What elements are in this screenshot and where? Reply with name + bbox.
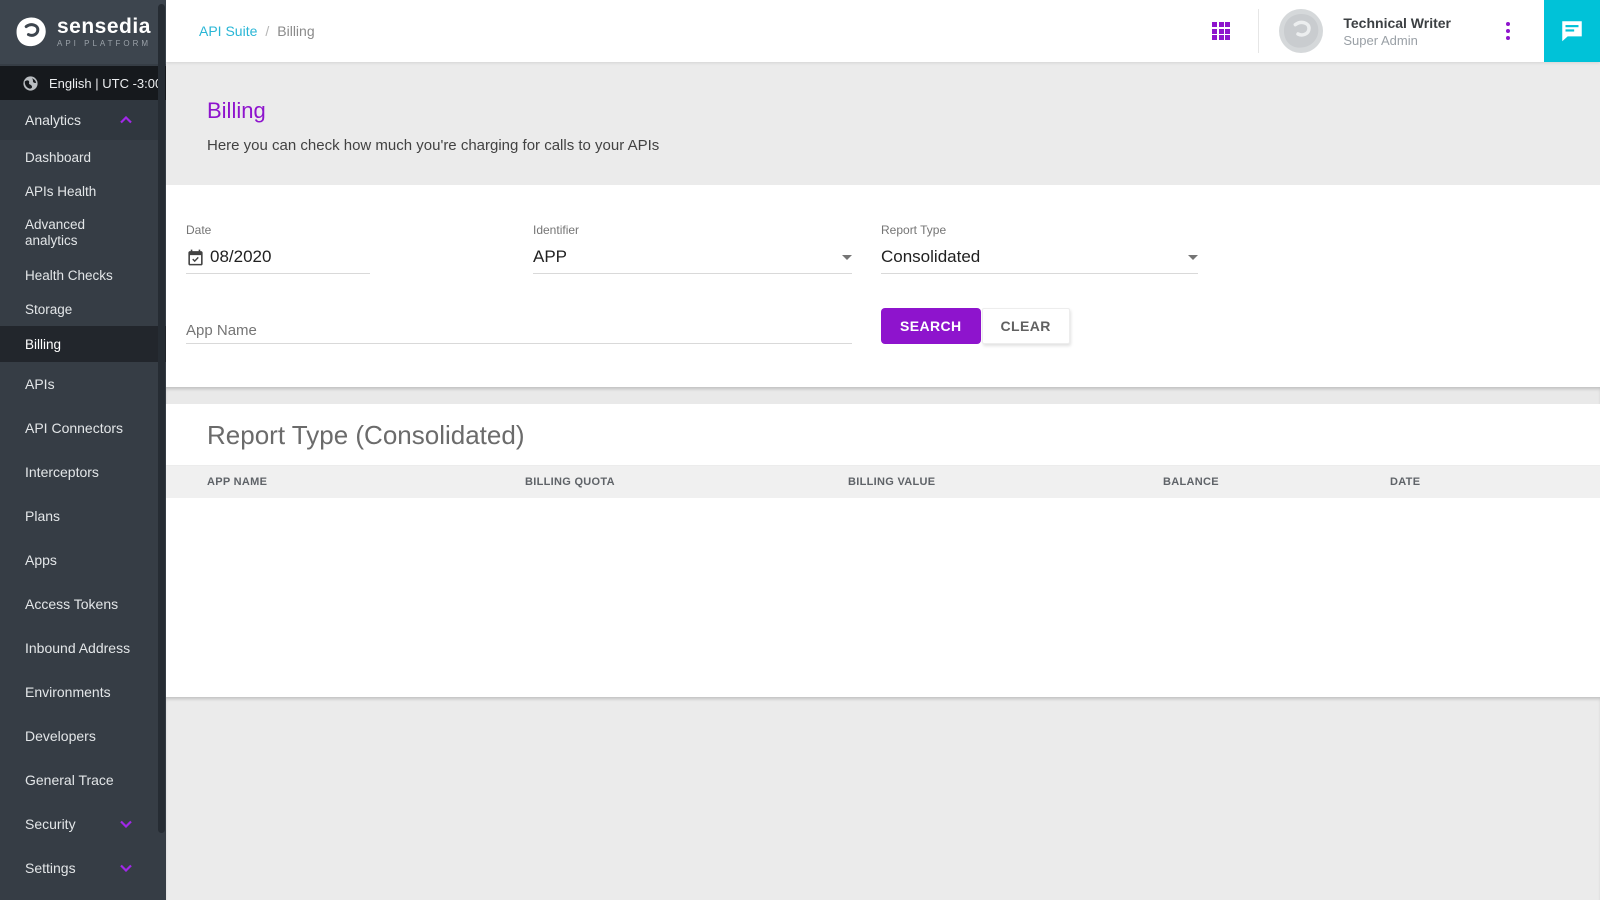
page-header: Billing Here you can check how much you'… — [166, 62, 1600, 185]
column-balance: BALANCE — [1163, 476, 1390, 488]
clear-button[interactable]: CLEAR — [982, 308, 1070, 344]
report-type-label: Report Type — [881, 223, 1198, 237]
app-name-input[interactable] — [186, 317, 852, 343]
apps-grid-icon[interactable] — [1212, 22, 1230, 40]
date-field[interactable]: Date 08/2020 — [186, 223, 370, 274]
sidebar-group-settings[interactable]: Settings — [0, 846, 166, 890]
avatar[interactable] — [1279, 9, 1323, 53]
sidebar-item-advanced-analytics[interactable]: Advanced analytics — [0, 208, 166, 258]
report-type-select[interactable]: Report Type Consolidated — [881, 223, 1198, 274]
main-area: API Suite / Billing Technical Writer — [166, 0, 1600, 900]
brand-logo[interactable]: sensedia API PLATFORM — [0, 0, 166, 64]
page-title: Billing — [207, 98, 1600, 124]
sidebar-item-environments[interactable]: Environments — [0, 670, 166, 714]
chevron-up-icon — [120, 116, 132, 124]
sidebar-item-apis-health[interactable]: APIs Health — [0, 174, 166, 208]
page-subtitle: Here you can check how much you're charg… — [207, 137, 1600, 154]
sidebar-scrollbar[interactable] — [158, 4, 165, 833]
sidebar-group-security[interactable]: Security — [0, 802, 166, 846]
column-billing-quota: BILLING QUOTA — [525, 476, 848, 488]
report-type-value: Consolidated — [881, 247, 980, 267]
sidebar-menu: Analytics Dashboard APIs Health Advanced… — [0, 100, 166, 890]
sidebar-item-api-connectors[interactable]: API Connectors — [0, 406, 166, 450]
date-value: 08/2020 — [210, 247, 271, 267]
sidebar-item-apis[interactable]: APIs — [0, 362, 166, 406]
sidebar-item-inbound-address[interactable]: Inbound Address — [0, 626, 166, 670]
breadcrumb: API Suite / Billing — [199, 23, 315, 39]
calendar-check-icon — [186, 248, 205, 267]
kebab-menu-icon[interactable] — [1506, 22, 1510, 40]
language-label: English | UTC -3:00 — [49, 76, 162, 91]
dropdown-caret-icon — [842, 255, 852, 260]
sidebar-item-dashboard[interactable]: Dashboard — [0, 140, 166, 174]
language-selector[interactable]: English | UTC -3:00 — [0, 66, 166, 100]
sidebar-item-apps[interactable]: Apps — [0, 538, 166, 582]
sidebar-item-access-tokens[interactable]: Access Tokens — [0, 582, 166, 626]
search-button[interactable]: SEARCH — [881, 308, 981, 344]
avatar-logo-glyph — [1281, 11, 1321, 51]
user-role: Super Admin — [1343, 33, 1451, 48]
breadcrumb-separator: / — [265, 23, 269, 39]
sidebar-item-billing[interactable]: Billing — [0, 326, 166, 362]
column-app-name: APP NAME — [207, 476, 525, 488]
chat-button[interactable] — [1544, 0, 1600, 62]
app-root: sensedia API PLATFORM English | UTC -3:0… — [0, 0, 1600, 900]
sidebar-item-interceptors[interactable]: Interceptors — [0, 450, 166, 494]
identifier-select[interactable]: Identifier APP — [533, 223, 852, 274]
column-date: DATE — [1390, 476, 1600, 488]
top-bar: API Suite / Billing Technical Writer — [166, 0, 1600, 62]
user-name: Technical Writer — [1343, 15, 1451, 31]
results-section: Report Type (Consolidated) APP NAME BILL… — [166, 404, 1600, 697]
identifier-value: APP — [533, 247, 567, 267]
sidebar: sensedia API PLATFORM English | UTC -3:0… — [0, 0, 166, 900]
header-divider — [1258, 9, 1259, 53]
table-body-empty — [166, 498, 1600, 697]
sidebar-item-health-checks[interactable]: Health Checks — [0, 258, 166, 292]
chevron-down-icon — [120, 864, 132, 872]
sidebar-item-plans[interactable]: Plans — [0, 494, 166, 538]
breadcrumb-current: Billing — [277, 23, 314, 39]
section-divider — [166, 387, 1600, 404]
globe-icon — [22, 75, 39, 92]
page-footer-area — [166, 697, 1600, 900]
identifier-label: Identifier — [533, 223, 852, 237]
brand-tagline: API PLATFORM — [57, 39, 151, 48]
date-label: Date — [186, 223, 370, 237]
sensedia-logo-icon — [14, 15, 48, 49]
chat-bubble-icon — [1559, 18, 1585, 44]
chevron-down-icon — [120, 820, 132, 828]
column-billing-value: BILLING VALUE — [848, 476, 1163, 488]
filter-form: Date 08/2020 Identifier — [166, 185, 1600, 387]
brand-name: sensedia — [57, 16, 151, 37]
sidebar-item-developers[interactable]: Developers — [0, 714, 166, 758]
table-header-row: APP NAME BILLING QUOTA BILLING VALUE BAL… — [166, 465, 1600, 498]
breadcrumb-api-suite[interactable]: API Suite — [199, 23, 257, 39]
results-title: Report Type (Consolidated) — [207, 420, 1600, 451]
app-name-field — [186, 317, 852, 344]
dropdown-caret-icon — [1188, 255, 1198, 260]
sidebar-group-analytics[interactable]: Analytics — [0, 100, 166, 140]
sidebar-item-storage[interactable]: Storage — [0, 292, 166, 326]
sidebar-item-general-trace[interactable]: General Trace — [0, 758, 166, 802]
